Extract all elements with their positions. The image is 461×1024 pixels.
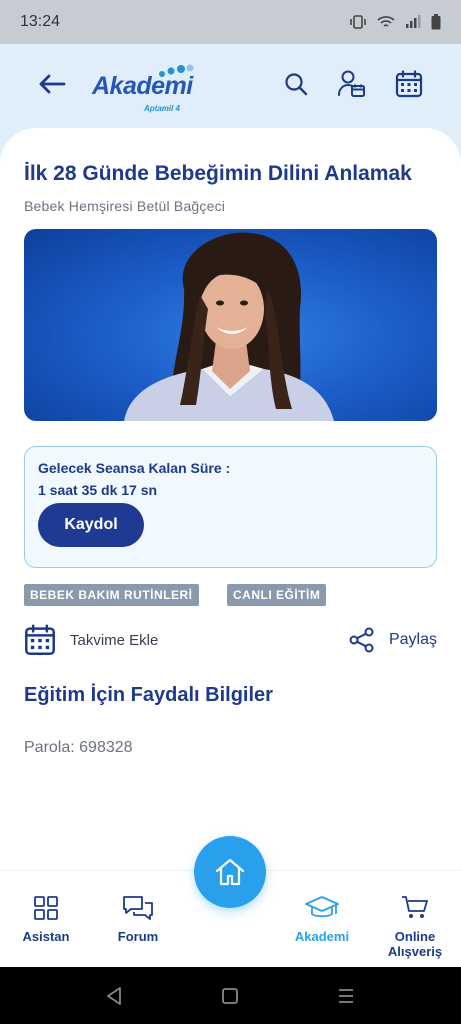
- nav-label-online-shopping: Online Alışveriş: [387, 929, 443, 959]
- status-icons: [349, 14, 441, 30]
- page-title: İlk 28 Günde Bebeğimin Dilini Anlamak: [24, 162, 412, 185]
- nav-item-forum[interactable]: Forum: [98, 895, 178, 944]
- nav-item-online-shopping[interactable]: Online Alışveriş: [375, 895, 455, 959]
- nav-item-akademi[interactable]: Akademi: [282, 895, 362, 944]
- session-countdown-label: Gelecek Seansa Kalan Süre :: [38, 460, 231, 476]
- session-countdown-box: Gelecek Seansa Kalan Süre : 1 saat 35 dk…: [24, 446, 437, 568]
- logo-text: Akademi: [92, 72, 193, 100]
- triangle-back-icon: [107, 987, 121, 1005]
- session-countdown-value: 1 saat 35 dk 17 sn: [38, 482, 158, 498]
- app-header: Akademi Aptamil 4: [0, 44, 461, 134]
- nav-label-asistan: Asistan: [22, 929, 70, 944]
- system-home-button[interactable]: [217, 983, 243, 1009]
- akademi-logo[interactable]: Akademi Aptamil 4: [92, 62, 202, 118]
- share-icon: [349, 627, 374, 653]
- calendar-icon: [25, 624, 55, 655]
- home-icon: [215, 858, 245, 886]
- grid-icon: [34, 896, 58, 920]
- home-button[interactable]: [194, 836, 266, 908]
- battery-icon: [431, 14, 441, 30]
- logo-subtext: Aptamil 4: [144, 104, 181, 113]
- nav-label-akademi: Akademi: [294, 929, 350, 944]
- graduation-cap-icon: [305, 896, 339, 918]
- add-to-calendar-button[interactable]: Takvime Ekle: [24, 624, 158, 656]
- profile-calendar-button[interactable]: [335, 68, 367, 100]
- calendar-icon: [395, 70, 423, 98]
- signal-icon: [406, 15, 421, 28]
- status-bar: 13:24: [0, 0, 461, 44]
- register-button[interactable]: Kaydol: [38, 503, 144, 547]
- status-time: 13:24: [20, 13, 61, 30]
- system-back-button[interactable]: [101, 983, 127, 1009]
- nav-label-forum: Forum: [117, 929, 159, 944]
- cart-icon: [402, 896, 428, 918]
- person-illustration: [124, 232, 334, 421]
- system-menu-button[interactable]: [333, 983, 359, 1009]
- password-text: Parola: 698328: [24, 739, 133, 756]
- user-calendar-icon: [338, 70, 365, 97]
- system-nav-bar: [0, 967, 461, 1024]
- add-to-calendar-label: Takvime Ekle: [70, 631, 159, 649]
- chat-icon: [123, 896, 153, 920]
- share-label: Paylaş: [388, 631, 437, 648]
- content-card: İlk 28 Günde Bebeğimin Dilini Anlamak Be…: [0, 128, 461, 870]
- wifi-icon: [377, 16, 395, 27]
- calendar-button[interactable]: [393, 68, 425, 100]
- tag-baby-care[interactable]: BEBEK BAKIM RUTİNLERİ: [24, 584, 199, 606]
- instructor-name: Bebek Hemşiresi Betül Bağçeci: [24, 198, 226, 214]
- back-button[interactable]: [36, 68, 68, 100]
- nav-item-asistan[interactable]: Asistan: [6, 895, 86, 944]
- instructor-photo: [24, 229, 437, 421]
- arrow-left-icon: [39, 74, 66, 94]
- section-title: Eğitim İçin Faydalı Bilgiler: [24, 684, 273, 706]
- menu-lines-icon: [339, 989, 353, 1003]
- vibrate-icon: [350, 15, 366, 29]
- square-home-icon: [222, 988, 238, 1004]
- search-button[interactable]: [280, 68, 312, 100]
- search-icon: [285, 73, 308, 96]
- tag-live-training[interactable]: CANLI EĞİTİM: [227, 584, 327, 606]
- share-button[interactable]: Paylaş: [349, 624, 437, 656]
